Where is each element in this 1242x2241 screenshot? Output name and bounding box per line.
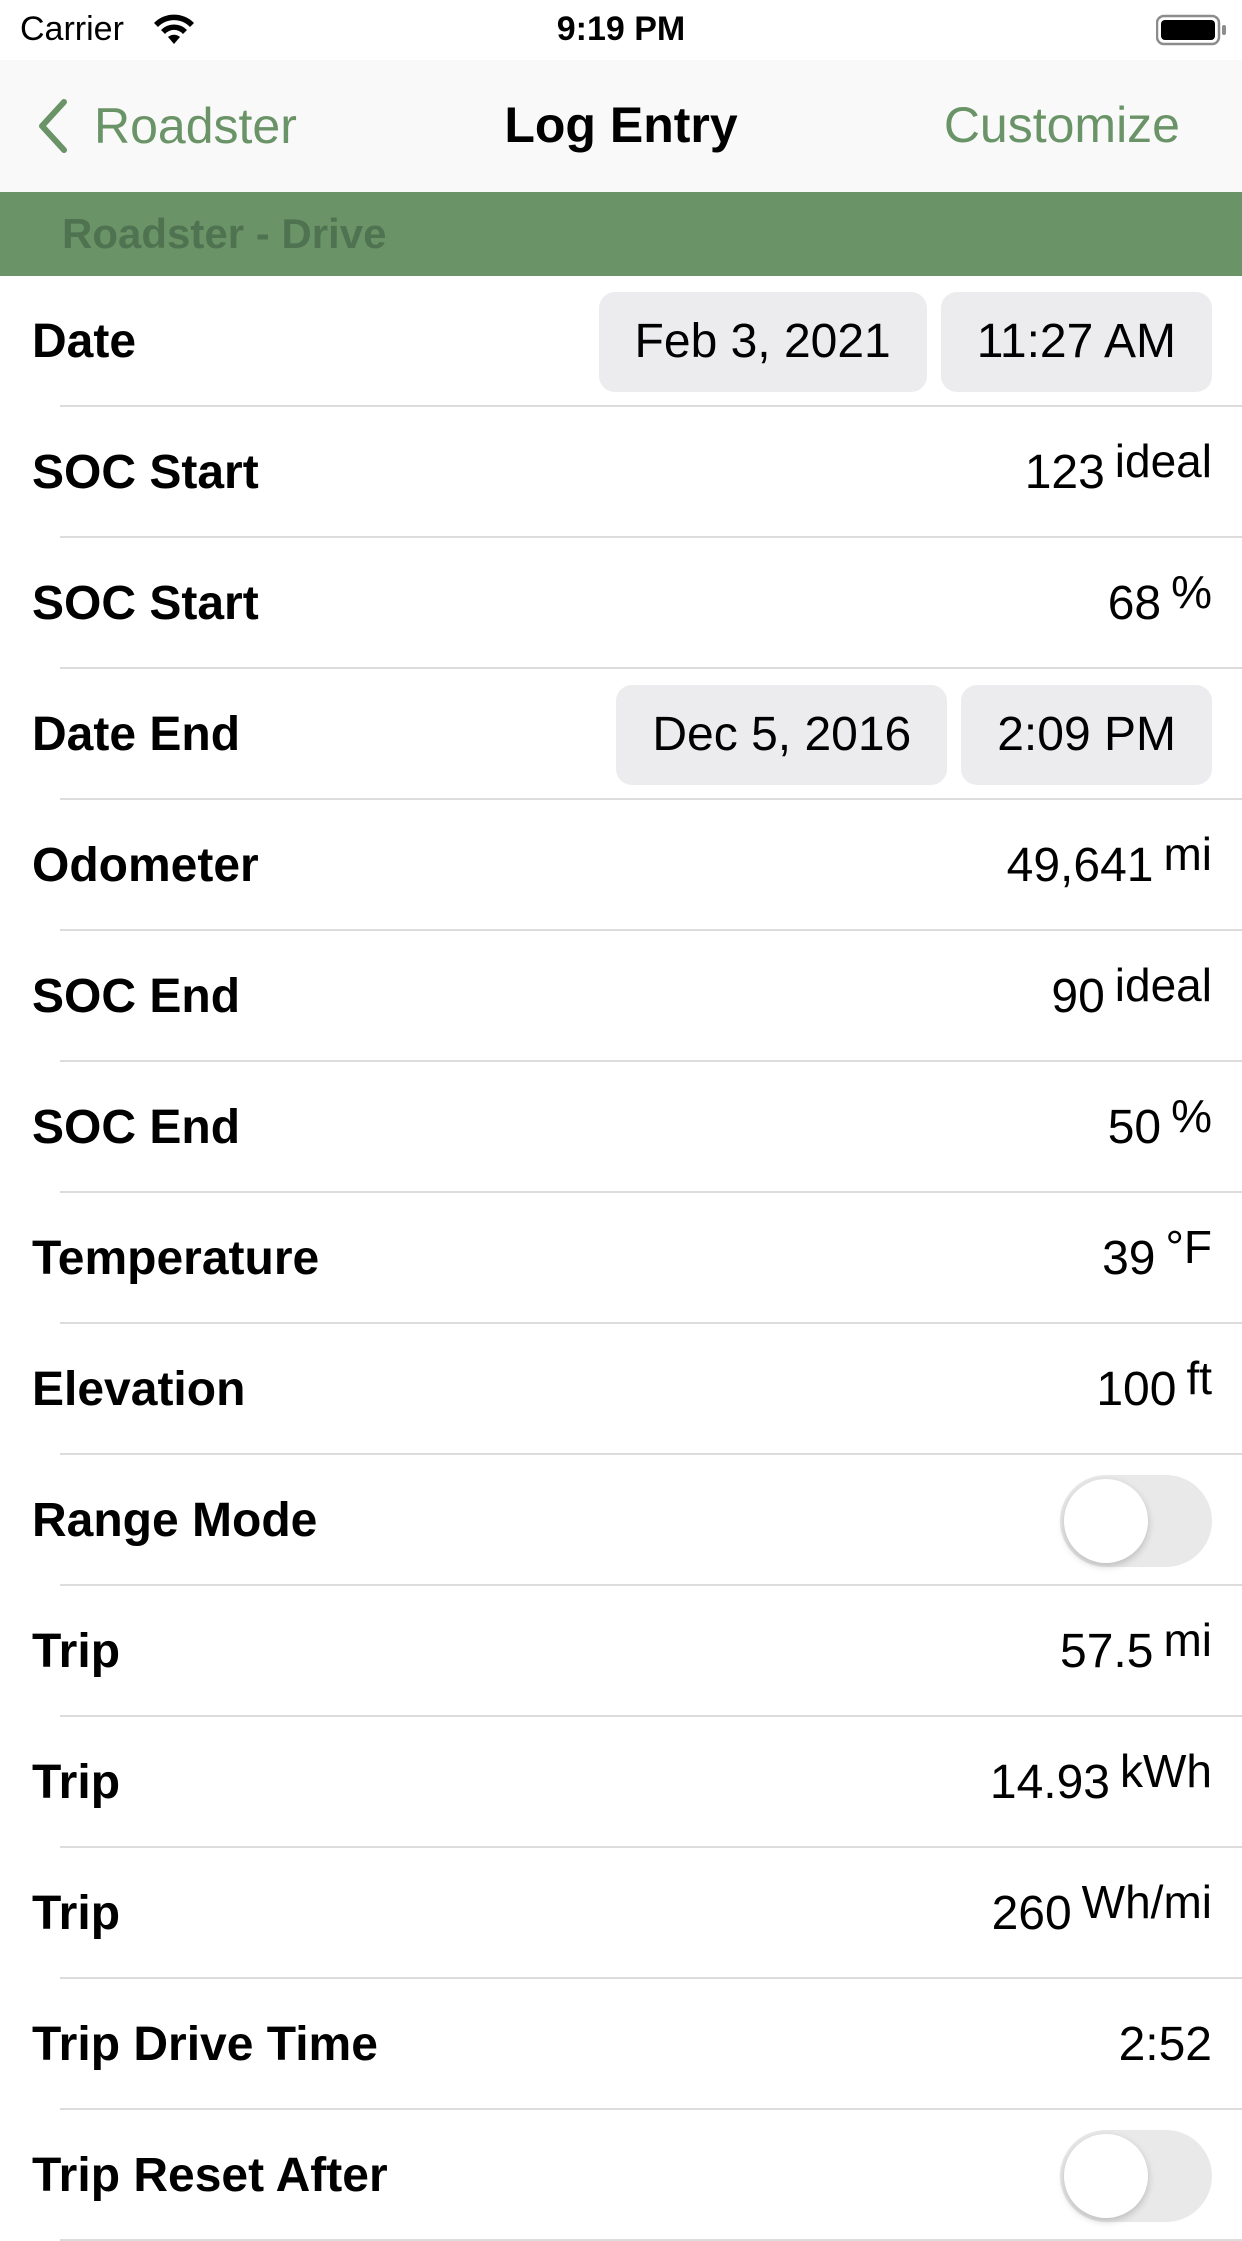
row-trip-drive-time[interactable]: Trip Drive Time 2:52 — [0, 1979, 1242, 2110]
date-picker-button[interactable]: Feb 3, 2021 — [598, 291, 927, 392]
row-label: Trip — [32, 1625, 121, 1678]
log-entry-form: Date Feb 3, 2021 11:27 AM SOC Start 123 … — [0, 276, 1242, 2241]
toggle-knob — [1064, 1478, 1148, 1563]
trip-miles-field[interactable]: 57.5 — [1060, 1624, 1153, 1679]
row-trip-kwh[interactable]: Trip 14.93 kWh — [0, 1717, 1242, 1848]
section-header: Roadster - Drive — [0, 192, 1242, 276]
time-picker-button[interactable]: 11:27 AM — [940, 291, 1212, 392]
row-label: Range Mode — [32, 1494, 318, 1547]
trip-wh-per-mi-field[interactable]: 260 — [992, 1886, 1072, 1941]
row-elevation[interactable]: Elevation 100 ft — [0, 1324, 1242, 1455]
row-soc-end-ideal[interactable]: SOC End 90 ideal — [0, 931, 1242, 1062]
row-label: Odometer — [32, 839, 259, 892]
row-range-mode: Range Mode — [0, 1455, 1242, 1586]
range-mode-toggle[interactable] — [1060, 1474, 1212, 1567]
unit-label: % — [1171, 565, 1212, 618]
status-time: 9:19 PM — [556, 10, 686, 48]
soc-start-ideal-field[interactable]: 123 — [1025, 445, 1105, 500]
date-end-picker: Dec 5, 2016 2:09 PM — [602, 669, 1212, 800]
toggle-knob — [1064, 2133, 1148, 2218]
row-trip-wh-per-mi[interactable]: Trip 260 Wh/mi — [0, 1848, 1242, 1979]
soc-start-percent-field[interactable]: 68 — [1108, 576, 1161, 631]
row-label: Date End — [32, 708, 241, 761]
unit-label: Wh/mi — [1081, 1875, 1212, 1928]
row-temperature[interactable]: Temperature 39 °F — [0, 1193, 1242, 1324]
unit-label: % — [1171, 1089, 1212, 1142]
unit-label: mi — [1163, 827, 1212, 880]
unit-label: mi — [1163, 1613, 1212, 1666]
unit-label: kWh — [1120, 1744, 1212, 1797]
unit-label: ft — [1186, 1351, 1212, 1404]
row-soc-start-ideal[interactable]: SOC Start 123 ideal — [0, 407, 1242, 538]
trip-kwh-field[interactable]: 14.93 — [990, 1755, 1110, 1810]
row-label: SOC End — [32, 970, 241, 1023]
row-label: Elevation — [32, 1363, 246, 1416]
date-end-picker-button[interactable]: Dec 5, 2016 — [616, 684, 948, 785]
trip-drive-time-field[interactable]: 2:52 — [1119, 2017, 1212, 2072]
row-label: Trip Reset After — [32, 2149, 388, 2202]
row-trip-miles[interactable]: Trip 57.5 mi — [0, 1586, 1242, 1717]
row-label: Trip Drive Time — [32, 2018, 378, 2071]
navigation-bar: Roadster Log Entry Customize — [0, 60, 1242, 192]
status-bar: Carrier 9:19 PM — [0, 0, 1242, 60]
row-soc-end-percent[interactable]: SOC End 50 % — [0, 1062, 1242, 1193]
row-label: SOC Start — [32, 577, 259, 630]
row-label: Date — [32, 315, 137, 368]
temperature-field[interactable]: 39 — [1102, 1231, 1155, 1286]
row-label: SOC End — [32, 1101, 241, 1154]
time-end-picker-button[interactable]: 2:09 PM — [961, 684, 1212, 785]
battery-icon — [1156, 14, 1226, 46]
date-picker: Feb 3, 2021 11:27 AM — [585, 276, 1212, 407]
row-label: Trip — [32, 1887, 121, 1940]
soc-end-percent-field[interactable]: 50 — [1108, 1100, 1161, 1155]
unit-label: °F — [1165, 1220, 1213, 1273]
customize-button[interactable]: Customize — [944, 96, 1180, 154]
soc-end-ideal-field[interactable]: 90 — [1051, 969, 1104, 1024]
row-trip-reset-after: Trip Reset After — [0, 2110, 1242, 2241]
row-date: Date Feb 3, 2021 11:27 AM — [0, 276, 1242, 407]
row-odometer[interactable]: Odometer 49,641 mi — [0, 800, 1242, 931]
row-soc-start-percent[interactable]: SOC Start 68 % — [0, 538, 1242, 669]
odometer-field[interactable]: 49,641 — [1007, 838, 1154, 893]
section-title: Roadster - Drive — [62, 210, 387, 257]
row-label: Trip — [32, 1756, 121, 1809]
row-label: SOC Start — [32, 446, 259, 499]
unit-label: ideal — [1114, 958, 1212, 1011]
row-label: Temperature — [32, 1232, 320, 1285]
row-date-end: Date End Dec 5, 2016 2:09 PM — [0, 669, 1242, 800]
unit-label: ideal — [1114, 434, 1212, 487]
elevation-field[interactable]: 100 — [1096, 1362, 1176, 1417]
